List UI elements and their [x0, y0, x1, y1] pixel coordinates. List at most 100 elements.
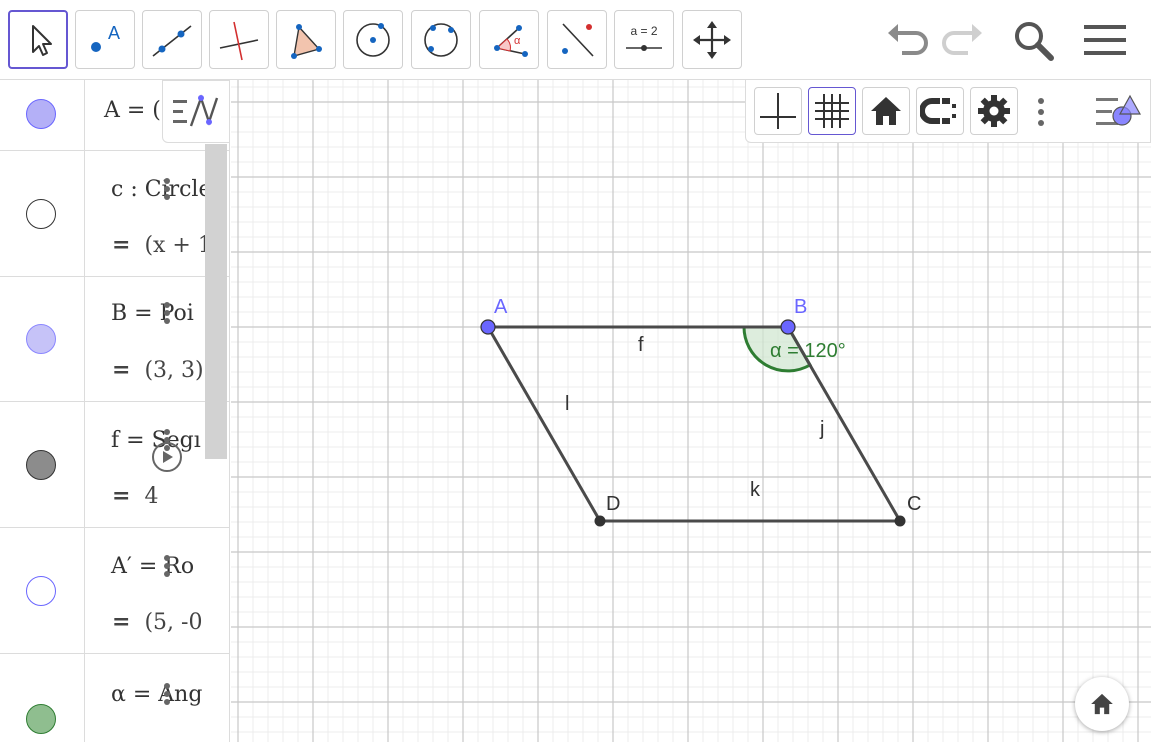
graphics-style-toggle-button[interactable] [1094, 92, 1144, 132]
axes-icon [760, 93, 796, 129]
point-B[interactable] [780, 319, 796, 335]
major-grid [231, 80, 1151, 742]
graphics-view[interactable]: f j k l α = 120° A B C D [231, 80, 1151, 742]
move-arrows-icon [693, 20, 731, 59]
angle-tool-label: α [514, 35, 521, 47]
more-options-icon[interactable] [164, 682, 172, 707]
circle-center-tool-button[interactable] [343, 10, 403, 69]
algebra-scrollbar[interactable] [205, 144, 227, 459]
algebra-row-f[interactable]: f = Segı = 4 [0, 402, 229, 528]
point-capturing-button[interactable] [916, 87, 964, 135]
reflect-about-line-icon [562, 22, 594, 57]
algebra-view-style-icon [173, 93, 219, 126]
slider-icon: a = 2 [626, 24, 662, 51]
point-A-label: A [494, 296, 508, 318]
segment-k-label: k [750, 479, 761, 501]
more-options-icon[interactable] [164, 554, 172, 579]
home-icon [871, 97, 901, 125]
visibility-toggle[interactable] [26, 704, 56, 734]
grid-icon [815, 94, 849, 128]
standard-view-button[interactable] [862, 87, 910, 135]
graphics-canvas[interactable]: f j k l α = 120° A B C D [231, 80, 1151, 742]
algebra-row-alpha[interactable]: α = Ang [0, 654, 229, 742]
undo-icon [888, 24, 928, 55]
more-options-icon[interactable] [164, 177, 172, 202]
angle-alpha-label: α = 120° [770, 340, 846, 362]
algebra-value: = (x + 1 [112, 232, 212, 258]
equals-sign: = [112, 232, 131, 258]
point-tool-label: A [108, 23, 120, 43]
more-icon [1038, 98, 1044, 126]
main-toolbar: A α a = 2 [0, 0, 1151, 80]
point-C-label: C [907, 493, 921, 515]
polygon-icon [291, 23, 322, 59]
algebra-value: = 4 [112, 483, 158, 509]
more-options-icon[interactable] [164, 301, 172, 326]
cursor-arrow-icon [32, 24, 52, 56]
redo-icon [942, 24, 982, 55]
algebra-definition[interactable]: B = Poi [111, 301, 194, 326]
algebra-stylebar-toggle[interactable] [162, 80, 230, 143]
point-B-label: B [794, 296, 807, 318]
algebra-value: = (3, 3) [112, 357, 204, 383]
redo-button[interactable] [938, 15, 988, 65]
home-floating-button[interactable] [1075, 677, 1129, 731]
algebra-definition[interactable]: α = Ang [111, 682, 202, 707]
point-C[interactable] [894, 515, 906, 527]
point-A[interactable] [480, 319, 496, 335]
graphics-style-toggle-icon [1096, 94, 1142, 126]
point-D-label: D [606, 493, 620, 515]
algebra-value-text: (x + 1 [144, 233, 212, 258]
algebra-row-B[interactable]: B = Poi = (3, 3) [0, 277, 229, 402]
visibility-toggle[interactable] [26, 199, 56, 229]
visibility-toggle[interactable] [26, 99, 56, 129]
point-tool-button[interactable]: A [75, 10, 135, 69]
angle-icon: α [494, 24, 528, 57]
toggle-grid-button[interactable] [808, 87, 856, 135]
search-button[interactable] [1008, 15, 1058, 65]
home-icon [1091, 693, 1113, 715]
algebra-value-text: 4 [144, 484, 159, 509]
algebra-row-A-prime[interactable]: A′ = Ro = (5, -0 [0, 528, 229, 654]
geogebra-app: A α a = 2 A = (c: Circle = (x + 1 B = … [0, 0, 1151, 742]
line-tool-button[interactable] [142, 10, 202, 69]
visibility-toggle[interactable] [26, 450, 56, 480]
undo-button[interactable] [882, 15, 932, 65]
move-graphics-view-tool-button[interactable] [682, 10, 742, 69]
graphics-stylebar [745, 80, 1151, 143]
algebra-definition[interactable]: A′ = Ro [111, 554, 194, 579]
slider-tool-button[interactable]: a = 2 [614, 10, 674, 69]
point-icon: A [91, 23, 120, 52]
play-icon [163, 451, 173, 463]
play-animation-button[interactable] [152, 442, 182, 472]
algebra-definition[interactable]: c : Circle [111, 177, 211, 202]
circle-center-icon [356, 22, 390, 57]
main-menu-button[interactable] [1080, 15, 1130, 65]
algebra-row-c[interactable]: c : Circle = (x + 1 [0, 151, 229, 277]
visibility-toggle[interactable] [26, 576, 56, 606]
move-tool-button[interactable] [8, 10, 68, 69]
perpendicular-line-icon [219, 21, 259, 60]
algebra-value-text: (3, 3) [144, 358, 204, 383]
perpendicular-line-tool-button[interactable] [209, 10, 269, 69]
algebra-value-text: (5, -0 [144, 610, 203, 635]
point-D[interactable] [594, 515, 606, 527]
settings-icon [978, 95, 1010, 127]
graphics-more-button[interactable] [1036, 96, 1046, 128]
angle-tool-button[interactable]: α [479, 10, 539, 69]
reflect-tool-button[interactable] [547, 10, 607, 69]
polygon-tool-button[interactable] [276, 10, 336, 69]
toggle-axes-button[interactable] [754, 87, 802, 135]
minor-grid [231, 80, 1151, 742]
search-icon [1015, 22, 1054, 61]
algebra-value: = (5, -0 [112, 609, 202, 635]
graphics-settings-button[interactable] [970, 87, 1018, 135]
algebra-definition[interactable]: A = ( [104, 98, 161, 123]
equals-sign: = [112, 357, 131, 383]
visibility-toggle[interactable] [26, 324, 56, 354]
point-capturing-icon [920, 98, 956, 124]
circle-three-points-icon [424, 22, 458, 57]
equals-sign: = [112, 483, 131, 509]
circle-three-points-tool-button[interactable] [411, 10, 471, 69]
segment-f-label: f [638, 334, 644, 356]
